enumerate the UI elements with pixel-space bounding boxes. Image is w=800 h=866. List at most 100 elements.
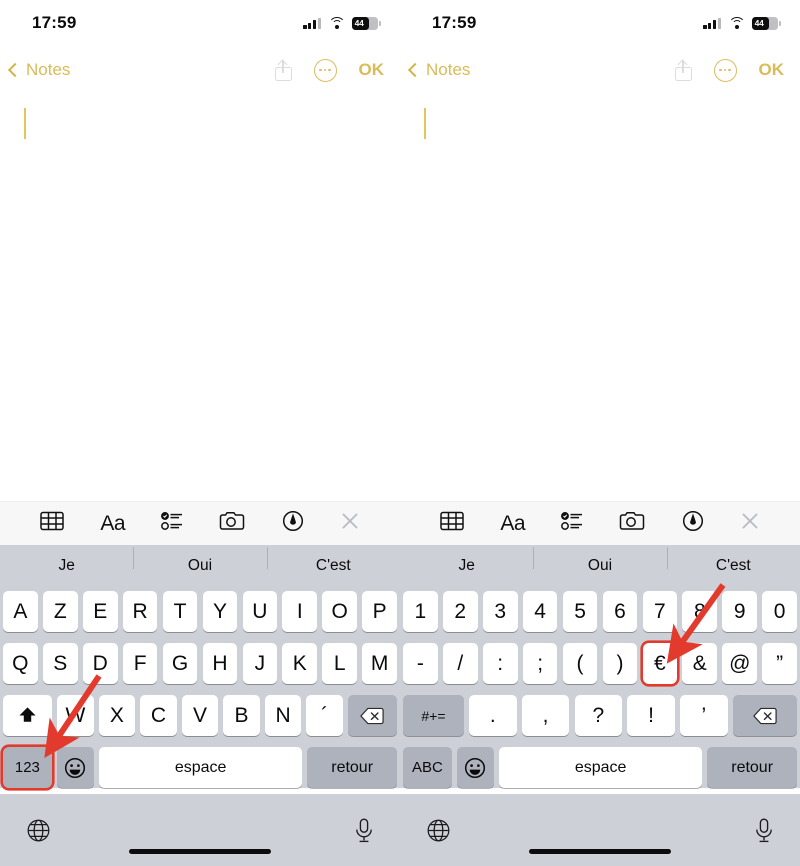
more-circle-icon[interactable] (313, 58, 337, 82)
key-z[interactable]: Z (42, 591, 78, 632)
key-a[interactable]: A (2, 591, 38, 632)
prediction-0[interactable]: Je (400, 557, 533, 575)
key-e[interactable]: E (82, 591, 118, 632)
key-([interactable]: ( (562, 643, 598, 684)
key-9[interactable]: 9 (722, 591, 758, 632)
key-i[interactable]: I (282, 591, 318, 632)
key-6[interactable]: 6 (602, 591, 638, 632)
camera-icon[interactable] (619, 511, 645, 536)
symbols-mode-key[interactable]: #+= (403, 695, 464, 736)
key-g[interactable]: G (162, 643, 198, 684)
key-j[interactable]: J (242, 643, 278, 684)
back-to-notes-button[interactable]: Notes (7, 60, 70, 80)
key-m[interactable]: M (362, 643, 398, 684)
key-:[interactable]: : (482, 643, 518, 684)
shift-key[interactable] (2, 695, 53, 736)
done-button[interactable]: OK (359, 60, 385, 80)
share-icon[interactable] (274, 59, 292, 81)
key-n[interactable]: N (264, 695, 302, 736)
key-t[interactable]: T (162, 591, 198, 632)
key-![interactable]: ! (627, 695, 675, 736)
microphone-icon[interactable] (354, 812, 374, 849)
prediction-1[interactable]: Oui (133, 547, 266, 575)
text-format-icon[interactable]: Aa (500, 513, 525, 534)
text-format-icon[interactable]: Aa (100, 513, 125, 534)
key-u[interactable]: U (242, 591, 278, 632)
key-”[interactable]: ” (762, 643, 798, 684)
globe-icon[interactable] (26, 812, 51, 848)
close-icon[interactable] (740, 511, 760, 536)
key-)[interactable]: ) (602, 643, 638, 684)
key-q[interactable]: Q (2, 643, 38, 684)
checklist-icon[interactable] (561, 512, 583, 535)
prediction-2[interactable]: C'est (266, 547, 400, 575)
numeric-mode-key[interactable]: 123 (3, 747, 52, 788)
key-´[interactable]: ´ (306, 695, 343, 736)
more-circle-icon[interactable] (713, 58, 737, 82)
key--[interactable]: - (402, 643, 438, 684)
key-o[interactable]: O (322, 591, 358, 632)
alpha-mode-key[interactable]: ABC (403, 747, 452, 788)
markup-pen-icon[interactable] (282, 510, 304, 537)
key-k[interactable]: K (282, 643, 318, 684)
key-y[interactable]: Y (202, 591, 238, 632)
key-1[interactable]: 1 (402, 591, 438, 632)
predictive-text-bar: Je Oui C'est (400, 545, 800, 587)
key-r[interactable]: R (122, 591, 158, 632)
key-0[interactable]: 0 (762, 591, 798, 632)
prediction-1[interactable]: Oui (533, 547, 666, 575)
key-v[interactable]: V (181, 695, 219, 736)
key-c[interactable]: C (140, 695, 177, 736)
euro-key[interactable]: € (642, 643, 678, 684)
key-,[interactable]: , (521, 695, 570, 736)
done-button[interactable]: OK (759, 60, 785, 80)
key-w[interactable]: W (57, 695, 94, 736)
key-@[interactable]: @ (722, 643, 758, 684)
key-2[interactable]: 2 (442, 591, 478, 632)
key-f[interactable]: F (122, 643, 158, 684)
camera-icon[interactable] (219, 511, 245, 536)
close-icon[interactable] (340, 511, 360, 536)
key-3[interactable]: 3 (482, 591, 518, 632)
key-l[interactable]: L (322, 643, 358, 684)
delete-key[interactable] (347, 695, 398, 736)
markup-pen-icon[interactable] (682, 510, 704, 537)
key-/[interactable]: / (442, 643, 478, 684)
key-4[interactable]: 4 (522, 591, 558, 632)
table-icon[interactable] (440, 511, 464, 536)
key-5[interactable]: 5 (562, 591, 598, 632)
cellular-signal-icon (703, 17, 721, 29)
prediction-2[interactable]: C'est (666, 547, 800, 575)
prediction-0[interactable]: Je (0, 557, 133, 575)
space-key[interactable]: espace (499, 747, 703, 788)
key-p[interactable]: P (362, 591, 398, 632)
key-7[interactable]: 7 (642, 591, 678, 632)
table-icon[interactable] (40, 511, 64, 536)
return-key[interactable]: retour (307, 747, 397, 788)
nav-actions: OK (274, 58, 385, 82)
key-b[interactable]: B (223, 695, 260, 736)
battery-icon: 44 (752, 16, 781, 30)
key-;[interactable]: ; (522, 643, 558, 684)
microphone-icon[interactable] (754, 812, 774, 849)
key-x[interactable]: X (98, 695, 136, 736)
space-key[interactable]: espace (99, 747, 303, 788)
share-icon[interactable] (674, 59, 692, 81)
key-&[interactable]: & (682, 643, 718, 684)
key-?[interactable]: ? (574, 695, 623, 736)
return-key[interactable]: retour (707, 747, 797, 788)
emoji-key[interactable] (456, 747, 495, 788)
key-d[interactable]: D (82, 643, 118, 684)
key-s[interactable]: S (42, 643, 78, 684)
emoji-key[interactable] (56, 747, 95, 788)
globe-icon[interactable] (426, 812, 451, 848)
back-to-notes-button[interactable]: Notes (407, 60, 470, 80)
key-’[interactable]: ’ (680, 695, 728, 736)
delete-key[interactable] (732, 695, 798, 736)
key-.[interactable]: . (469, 695, 517, 736)
key-8[interactable]: 8 (682, 591, 718, 632)
checklist-icon[interactable] (161, 512, 183, 535)
note-text-area[interactable] (400, 94, 800, 479)
key-h[interactable]: H (202, 643, 238, 684)
note-text-area[interactable] (0, 94, 400, 479)
